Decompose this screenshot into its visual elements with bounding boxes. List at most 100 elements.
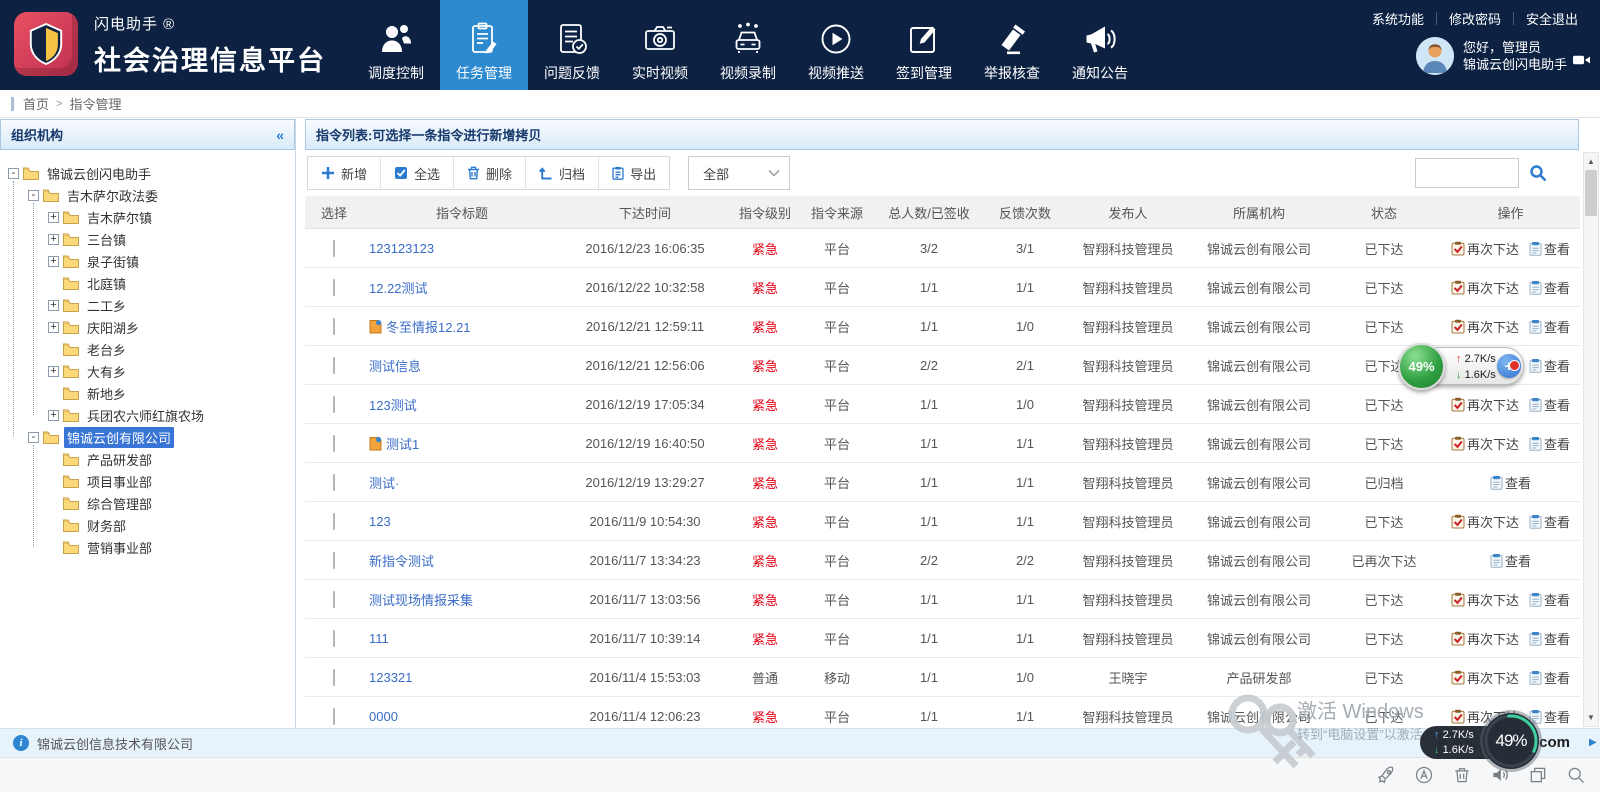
nav-item-live[interactable]: 实时视频	[616, 0, 704, 90]
aperture-icon[interactable]	[1414, 765, 1434, 785]
collapse-node-icon[interactable]: -	[28, 190, 39, 201]
view-action[interactable]: 查看	[1529, 356, 1570, 375]
resend-action[interactable]: 再次下达	[1451, 239, 1519, 258]
resend-action[interactable]: 再次下达	[1451, 395, 1519, 414]
row-checkbox[interactable]	[333, 318, 335, 335]
command-title-link[interactable]: 测试信息	[369, 356, 421, 375]
select-all-button[interactable]: 全选	[381, 157, 454, 189]
command-title-link[interactable]: 12.22测试	[369, 278, 428, 297]
nav-item-checkin[interactable]: 签到管理	[880, 0, 968, 90]
nav-item-notice[interactable]: 通知公告	[1056, 0, 1144, 90]
command-title-link[interactable]: 111	[369, 631, 389, 646]
tree-node-label[interactable]: 泉子街镇	[84, 251, 142, 272]
scroll-up-icon[interactable]: ▲	[1584, 154, 1598, 169]
progress-circle[interactable]: 49%	[1398, 343, 1445, 390]
search-input[interactable]	[1415, 158, 1519, 188]
expand-node-icon[interactable]: +	[48, 212, 59, 223]
breadcrumb-home[interactable]: 首页	[23, 94, 49, 113]
nav-item-report[interactable]: 举报核查	[968, 0, 1056, 90]
bottom-progress-circle[interactable]: 49%	[1483, 713, 1539, 769]
resend-action[interactable]: 再次下达	[1451, 434, 1519, 453]
command-title-link[interactable]: 测试现场情报采集	[369, 590, 473, 609]
expand-node-icon[interactable]: +	[48, 256, 59, 267]
view-action[interactable]: 查看	[1529, 629, 1570, 648]
view-action[interactable]: 查看	[1529, 395, 1570, 414]
scrollbar-thumb[interactable]	[1585, 170, 1597, 216]
trash-icon[interactable]	[1452, 765, 1472, 785]
row-checkbox[interactable]	[333, 513, 335, 530]
view-action[interactable]: 查看	[1529, 512, 1570, 531]
filter-dropdown[interactable]: 全部	[688, 156, 790, 190]
view-action[interactable]: 查看	[1529, 278, 1570, 297]
nav-item-record[interactable]: 视频录制	[704, 0, 792, 90]
command-title-link[interactable]: 0000	[369, 709, 398, 724]
top-link-0[interactable]: 系统功能	[1360, 9, 1436, 28]
view-action[interactable]: 查看	[1490, 551, 1531, 570]
expand-node-icon[interactable]: +	[48, 234, 59, 245]
resend-action[interactable]: 再次下达	[1451, 278, 1519, 297]
tree-node-label[interactable]: 三台镇	[84, 229, 129, 250]
tree-node-label[interactable]: 综合管理部	[84, 493, 155, 514]
row-checkbox[interactable]	[333, 630, 335, 647]
view-action[interactable]: 查看	[1529, 434, 1570, 453]
row-checkbox[interactable]	[333, 669, 335, 686]
row-checkbox[interactable]	[333, 708, 335, 725]
row-checkbox[interactable]	[333, 591, 335, 608]
command-title-link[interactable]: 测试1	[386, 434, 419, 453]
resend-action[interactable]: 再次下达	[1451, 512, 1519, 531]
collapse-sidebar-icon[interactable]: «	[276, 127, 284, 143]
row-checkbox[interactable]	[333, 474, 335, 491]
row-checkbox[interactable]	[333, 435, 335, 452]
tree-node-label[interactable]: 吉木萨尔镇	[84, 207, 155, 228]
row-checkbox[interactable]	[333, 357, 335, 374]
tree-node-label[interactable]: 锦诚云创闪电助手	[44, 163, 154, 184]
resend-action[interactable]: 再次下达	[1451, 317, 1519, 336]
view-action[interactable]: 查看	[1490, 473, 1531, 492]
nav-item-push[interactable]: 视频推送	[792, 0, 880, 90]
resend-action[interactable]: 再次下达	[1451, 590, 1519, 609]
row-checkbox[interactable]	[333, 552, 335, 569]
tree-node-label[interactable]: 产品研发部	[84, 449, 155, 470]
expand-node-icon[interactable]: +	[48, 300, 59, 311]
rocket-icon[interactable]	[1376, 765, 1396, 785]
add-button[interactable]: 新增	[308, 157, 381, 189]
tree-node-label[interactable]: 财务部	[84, 515, 129, 536]
tree-node-label[interactable]: 庆阳湖乡	[84, 317, 142, 338]
expand-node-icon[interactable]: +	[48, 322, 59, 333]
taskbar-search-icon[interactable]	[1566, 765, 1586, 785]
nav-item-task[interactable]: 任务管理	[440, 0, 528, 90]
tree-node-label[interactable]: 大有乡	[84, 361, 129, 382]
tree-node-label[interactable]: 项目事业部	[84, 471, 155, 492]
resend-action[interactable]: 再次下达	[1451, 629, 1519, 648]
top-link-1[interactable]: 修改密码	[1437, 9, 1513, 28]
collapse-node-icon[interactable]: -	[8, 168, 19, 179]
expand-node-icon[interactable]: +	[48, 410, 59, 421]
tree-node-label[interactable]: 锦诚云创有限公司	[64, 427, 174, 448]
add-widget-button[interactable]: +	[1497, 354, 1521, 378]
top-link-2[interactable]: 安全退出	[1514, 9, 1590, 28]
command-title-link[interactable]: 123123123	[369, 241, 434, 256]
view-action[interactable]: 查看	[1529, 317, 1570, 336]
tree-node-label[interactable]: 营销事业部	[84, 537, 155, 558]
delete-button[interactable]: 删除	[454, 157, 526, 189]
vertical-scrollbar[interactable]: ▲ ▼	[1583, 152, 1599, 727]
scroll-down-icon[interactable]: ▼	[1584, 710, 1598, 725]
nav-item-dispatch[interactable]: 调度控制	[352, 0, 440, 90]
command-title-link[interactable]: 123测试	[369, 395, 417, 414]
row-checkbox[interactable]	[333, 279, 335, 296]
command-title-link[interactable]: 冬至情报12.21	[386, 317, 471, 336]
row-checkbox[interactable]	[333, 240, 335, 257]
command-title-link[interactable]: 测试·	[369, 473, 399, 492]
command-title-link[interactable]: 新指令测试	[369, 551, 434, 570]
nav-item-feedback[interactable]: 问题反馈	[528, 0, 616, 90]
view-action[interactable]: 查看	[1529, 239, 1570, 258]
footer-link-arrow-icon[interactable]: ▶	[1589, 737, 1597, 748]
tree-node-label[interactable]: 二工乡	[84, 295, 129, 316]
search-icon[interactable]	[1525, 158, 1551, 188]
avatar[interactable]	[1416, 37, 1454, 75]
tree-node-label[interactable]: 新地乡	[84, 383, 129, 404]
collapse-node-icon[interactable]: -	[28, 432, 39, 443]
view-action[interactable]: 查看	[1529, 668, 1570, 687]
resend-action[interactable]: 再次下达	[1451, 668, 1519, 687]
export-button[interactable]: 导出	[599, 157, 669, 189]
